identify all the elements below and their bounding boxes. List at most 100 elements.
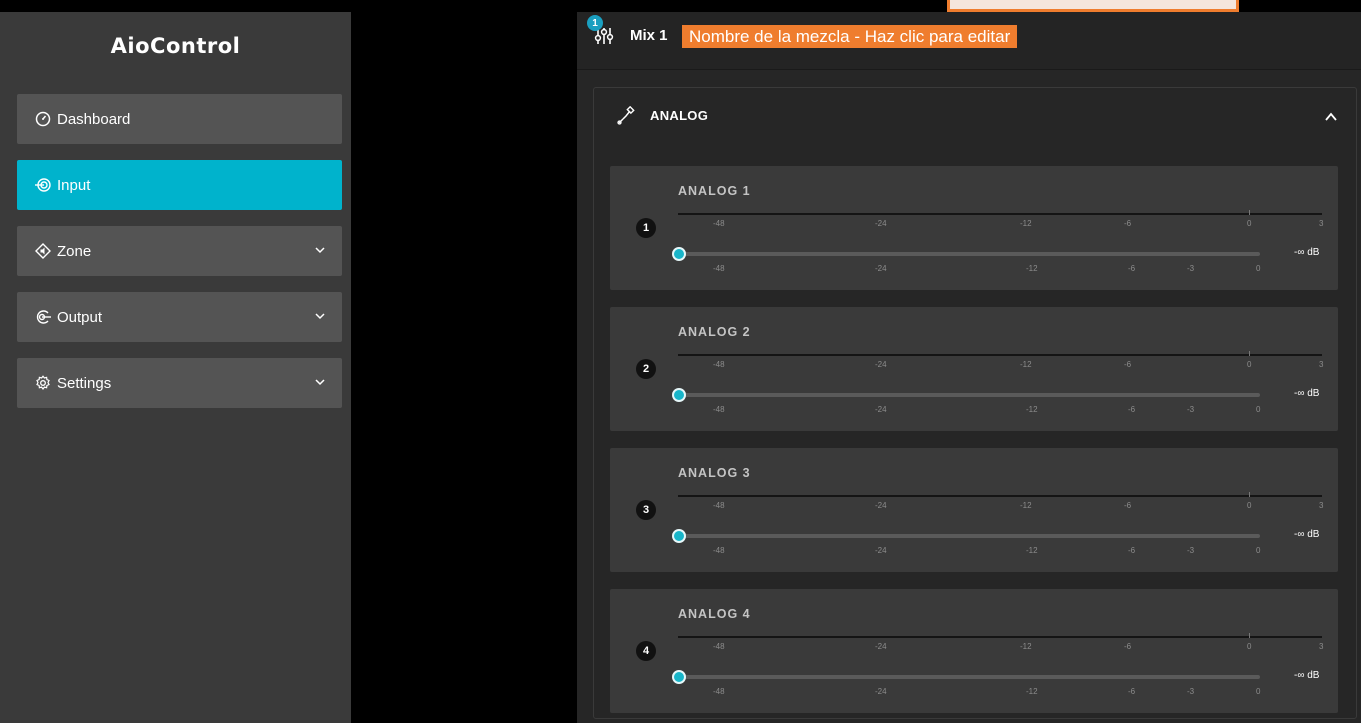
meter-scale-label: -12 xyxy=(1020,219,1032,228)
fader-scale-label: -24 xyxy=(875,405,887,414)
volume-fader-handle[interactable] xyxy=(672,529,686,543)
channel-name: ANALOG 2 xyxy=(678,325,751,339)
volume-fader-track[interactable] xyxy=(678,534,1260,538)
sidebar-item-settings[interactable]: Settings xyxy=(17,358,342,408)
fader-scale-label: -3 xyxy=(1187,546,1195,555)
fader-scale-label: -3 xyxy=(1187,687,1195,696)
meter-scale-label: -24 xyxy=(875,642,887,651)
fader-scale-label: -48 xyxy=(713,264,725,273)
meter-scale-label: -6 xyxy=(1124,360,1132,369)
channel-number: 4 xyxy=(636,641,656,661)
sidebar-item-output[interactable]: Output xyxy=(17,292,342,342)
fader-scale-label: -24 xyxy=(875,687,887,696)
meter-scale-label: 3 xyxy=(1319,360,1324,369)
fader-scale-label: 0 xyxy=(1256,546,1261,555)
fader-scale-label: 0 xyxy=(1256,405,1261,414)
sidebar-item-zone[interactable]: Zone xyxy=(17,226,342,276)
sidebar-item-input[interactable]: Input xyxy=(17,160,342,210)
fader-scale-label: -48 xyxy=(713,546,725,555)
fader-scale-label: -3 xyxy=(1187,405,1195,414)
meter-scale-label: -48 xyxy=(713,360,725,369)
sidebar-item-label: Zone xyxy=(57,242,92,260)
level-meter xyxy=(678,354,1322,356)
sidebar: AioControl Dashboard Input Zone Output S… xyxy=(0,12,351,723)
fader-scale-label: -24 xyxy=(875,264,887,273)
analog-panel: ANALOG ANALOG 1 1 -48 -24 -12 -6 0 3 -∞ … xyxy=(593,87,1357,719)
channel-name: ANALOG 4 xyxy=(678,607,751,621)
fader-scale-label: -6 xyxy=(1128,264,1136,273)
fader-scale-label: -12 xyxy=(1026,687,1038,696)
level-readout: -∞ dB xyxy=(1294,670,1320,681)
panel-title: ANALOG xyxy=(650,108,709,123)
chevron-down-icon xyxy=(315,313,325,320)
volume-fader-handle[interactable] xyxy=(672,388,686,402)
fader-scale-label: -12 xyxy=(1026,546,1038,555)
speaker-icon xyxy=(35,243,51,259)
channel-name: ANALOG 1 xyxy=(678,184,751,198)
meter-scale-label: 3 xyxy=(1319,642,1324,651)
fader-scale-label: -6 xyxy=(1128,405,1136,414)
volume-fader-track[interactable] xyxy=(678,393,1260,397)
level-meter xyxy=(678,495,1322,497)
gear-icon xyxy=(35,375,51,391)
meter-scale-label: -24 xyxy=(875,501,887,510)
meter-scale-label: -24 xyxy=(875,360,887,369)
output-icon xyxy=(35,309,51,325)
meter-scale-label: -6 xyxy=(1124,219,1132,228)
app-logo: AioControl xyxy=(110,34,241,58)
chevron-up-icon[interactable] xyxy=(1324,110,1338,124)
volume-fader-track[interactable] xyxy=(678,675,1260,679)
meter-scale-label: 3 xyxy=(1319,219,1324,228)
meter-scale-label: -48 xyxy=(713,219,725,228)
top-edge-banner xyxy=(947,0,1239,12)
meter-scale-label: -12 xyxy=(1020,360,1032,369)
mix-name-editable[interactable]: Nombre de la mezcla - Haz clic para edit… xyxy=(682,25,1018,48)
chevron-down-icon xyxy=(315,379,325,386)
fader-scale-label: -48 xyxy=(713,405,725,414)
fader-scale-label: -24 xyxy=(875,546,887,555)
meter-scale-label: -24 xyxy=(875,219,887,228)
volume-fader-handle[interactable] xyxy=(672,247,686,261)
meter-scale-label: -12 xyxy=(1020,642,1032,651)
fader-scale-label: -12 xyxy=(1026,405,1038,414)
channel-strip: ANALOG 3 3 -48 -24 -12 -6 0 3 -∞ dB -48 … xyxy=(610,448,1338,572)
channel-number: 2 xyxy=(636,359,656,379)
sidebar-item-label: Output xyxy=(57,308,103,326)
sidebar-item-dashboard[interactable]: Dashboard xyxy=(17,94,342,144)
fader-scale-label: -48 xyxy=(713,687,725,696)
level-meter xyxy=(678,213,1322,215)
fader-scale-label: -6 xyxy=(1128,546,1136,555)
sidebar-item-label: Settings xyxy=(57,374,112,392)
level-readout: -∞ dB xyxy=(1294,529,1320,540)
mix-header: 1 Mix 1 Nombre de la mezcla - Haz clic p… xyxy=(577,12,1361,70)
meter-scale-label: 0 xyxy=(1247,501,1252,510)
channel-strip: ANALOG 4 4 -48 -24 -12 -6 0 3 -∞ dB -48 … xyxy=(610,589,1338,713)
meter-scale-label: -48 xyxy=(713,501,725,510)
meter-scale-label: -6 xyxy=(1124,501,1132,510)
analog-cable-icon xyxy=(617,106,635,125)
meter-scale-label: 3 xyxy=(1319,501,1324,510)
fader-scale-label: -3 xyxy=(1187,264,1195,273)
level-readout: -∞ dB xyxy=(1294,388,1320,399)
fader-scale-label: 0 xyxy=(1256,264,1261,273)
gauge-icon xyxy=(35,111,51,127)
meter-scale-label: 0 xyxy=(1247,642,1252,651)
meter-scale-label: -12 xyxy=(1020,501,1032,510)
meter-scale-label: 0 xyxy=(1247,219,1252,228)
main-content: 1 Mix 1 Nombre de la mezcla - Haz clic p… xyxy=(577,12,1361,723)
volume-fader-handle[interactable] xyxy=(672,670,686,684)
sidebar-item-label: Dashboard xyxy=(57,110,131,128)
mix-number-badge: 1 xyxy=(587,15,603,31)
mix-label: Mix 1 xyxy=(630,27,668,44)
volume-fader-track[interactable] xyxy=(678,252,1260,256)
meter-scale-label: 0 xyxy=(1247,360,1252,369)
chevron-down-icon xyxy=(315,247,325,254)
channel-number: 3 xyxy=(636,500,656,520)
sidebar-item-label: Input xyxy=(57,176,91,194)
level-readout: -∞ dB xyxy=(1294,247,1320,258)
channel-strip: ANALOG 2 2 -48 -24 -12 -6 0 3 -∞ dB -48 … xyxy=(610,307,1338,431)
channel-name: ANALOG 3 xyxy=(678,466,751,480)
fader-scale-label: 0 xyxy=(1256,687,1261,696)
meter-scale-label: -48 xyxy=(713,642,725,651)
fader-scale-label: -6 xyxy=(1128,687,1136,696)
